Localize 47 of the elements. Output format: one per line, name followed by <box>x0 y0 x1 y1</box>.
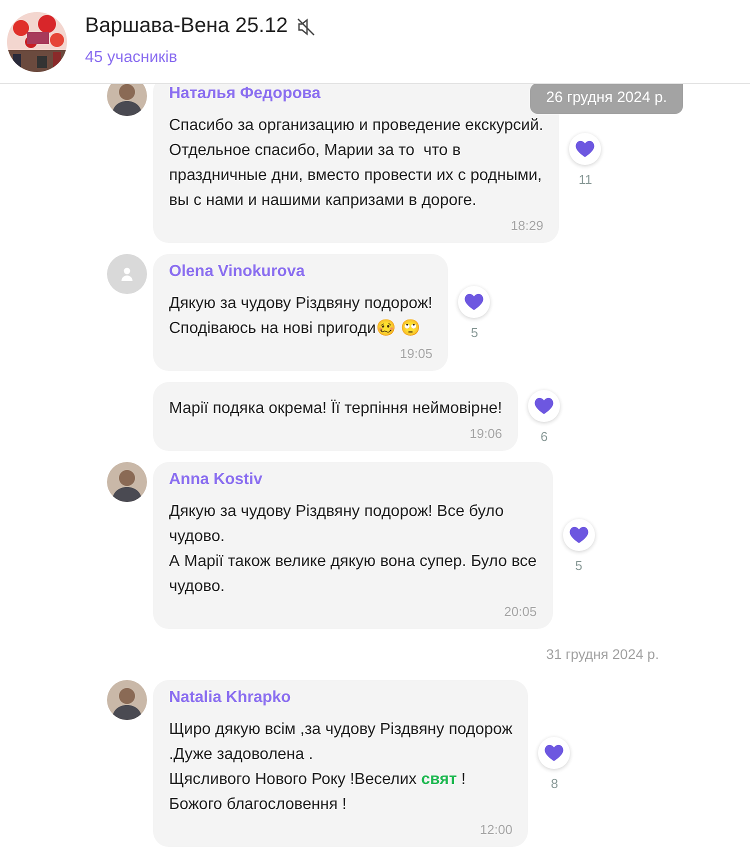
message-text: Дякую за чудову Різдвяну подорож! Все було <box>169 502 505 522</box>
reaction-count: 5 <box>470 326 478 339</box>
reaction-count: 6 <box>540 430 548 443</box>
chat-title: Варшава-Вена 25.12 <box>85 13 288 40</box>
heart-icon <box>534 397 554 415</box>
message-time: 18:29 <box>510 217 544 235</box>
message-text: чудово. <box>169 577 226 597</box>
message-time: 19:06 <box>470 425 502 443</box>
heart-icon <box>544 744 564 762</box>
user-icon <box>119 266 135 282</box>
avatar <box>107 680 147 720</box>
message-text: вы с нами и нашими капризами в дороге. <box>169 191 478 211</box>
heart-reaction-button[interactable] <box>562 519 595 551</box>
avatar <box>107 84 147 116</box>
message-text: чудово. <box>169 527 226 547</box>
message-text: Спасибо за организацию и проведение екскурсий. <box>169 116 544 136</box>
heart-reaction-button[interactable] <box>528 390 560 422</box>
heart-icon <box>568 526 589 544</box>
avatar <box>107 462 147 502</box>
message-text: Щиро дякую всім ,за чудову Різдвяну подорож <box>169 720 512 740</box>
heart-reaction-button[interactable] <box>569 133 602 165</box>
message-text: праздничные дни, вместо провести их с родными, <box>169 166 543 186</box>
message-text: А Марії також велике дякую вона супер. Було все <box>169 552 537 572</box>
reaction-count: 5 <box>575 559 582 572</box>
message-text: Божого благословення ! <box>169 795 348 815</box>
message-time: 19:05 <box>400 345 432 363</box>
heart-icon <box>575 140 596 158</box>
message-time: 12:00 <box>480 821 512 839</box>
message-text: Дякую за чудову Різдвяну подорож! <box>169 294 432 314</box>
author-name[interactable]: Olena Vinokurova <box>169 262 305 282</box>
reaction-count: 11 <box>578 173 592 186</box>
heart-reaction-button[interactable] <box>538 737 570 769</box>
author-name[interactable]: Natalia Khrapko <box>169 688 291 708</box>
author-name[interactable]: Anna Kostiv <box>169 470 262 490</box>
message-text: Марії подяка окрема! Її терпіння неймовірне! <box>169 398 502 419</box>
message-text: Сподіваюсь на нові пригоди🥴 🙄 <box>169 318 422 339</box>
heart-icon <box>464 293 484 311</box>
date-separator: 31 грудня 2024 р. <box>546 645 659 664</box>
reaction-count: 8 <box>550 777 558 790</box>
member-count[interactable]: 45 учасників <box>85 46 316 70</box>
heart-reaction-button[interactable] <box>458 286 490 318</box>
message-text: Отдельное спасибо, Марии за то что в <box>169 141 462 161</box>
message-text: Щясливого Нового Року !Веселих свят ! <box>169 770 467 790</box>
message-time: 20:05 <box>504 603 537 621</box>
author-name[interactable]: Наталья Федорова <box>169 84 321 104</box>
date-pill: 26 грудня 2024 р. <box>530 84 683 114</box>
message-text: .Дуже задоволена . <box>169 745 314 765</box>
